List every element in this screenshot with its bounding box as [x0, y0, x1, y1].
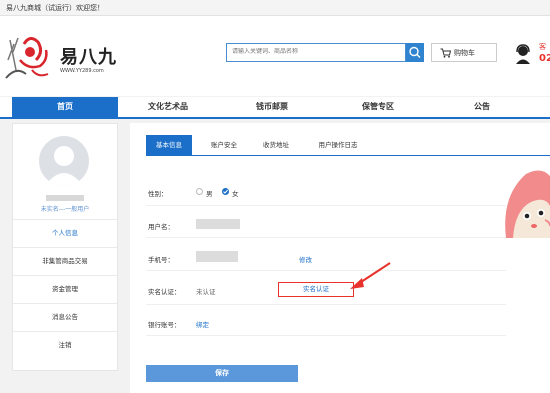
logo-name[interactable]: 易八九 [60, 43, 117, 69]
sidebar-item-trading[interactable]: 非集管商品交易 [13, 247, 117, 275]
gender-female-radio[interactable] [222, 188, 229, 195]
username-value-blurred [196, 219, 240, 229]
gender-female-label[interactable]: 女 [232, 188, 239, 198]
phone-label: 手机号： [148, 256, 174, 264]
avatar[interactable] [39, 136, 89, 186]
phone-modify-link[interactable]: 修改 [299, 254, 312, 264]
nav-item-custody[interactable]: 保管专区 [328, 97, 428, 117]
user-sidebar: 未实名---一般用户 个人信息 非集管商品交易 资金管理 消息公告 注销 [12, 123, 118, 371]
logo-mark-icon[interactable] [4, 30, 62, 86]
username-blurred [46, 195, 84, 201]
tab-shipping-address[interactable]: 收货地址 [254, 135, 298, 155]
customer-service-number: 02 [539, 53, 550, 64]
user-level: 未实名---一般用户 [40, 206, 90, 213]
tab-operation-log[interactable]: 用户操作日志 [306, 135, 370, 155]
tab-account-security[interactable]: 账户安全 [202, 135, 246, 155]
gender-male-radio[interactable] [196, 188, 203, 195]
gender-male-label[interactable]: 男 [206, 188, 213, 198]
cart-icon [440, 48, 451, 58]
phone-value-blurred [196, 251, 238, 262]
top-bar: 易八九商城（试运行）欢迎您！ [0, 0, 550, 16]
customer-service-icon[interactable] [514, 44, 532, 64]
gender-label: 性别： [148, 190, 168, 198]
logo-url: WWW.YY289.com [60, 68, 104, 74]
divider [146, 205, 506, 206]
welcome-text: 易八九商城（试运行）欢迎您！ [6, 4, 104, 12]
search-button[interactable] [406, 43, 424, 62]
sidebar-item-messages[interactable]: 消息公告 [13, 303, 117, 331]
nav-item-announcements[interactable]: 公告 [432, 97, 532, 117]
nav-item-coins-stamps[interactable]: 钱币邮票 [222, 97, 322, 117]
cart-label: 购物车 [454, 49, 475, 57]
realname-label: 实名认证： [148, 288, 181, 296]
cart-button[interactable]: 购物车 [431, 43, 497, 62]
sidebar-item-logout[interactable]: 注销 [13, 331, 117, 359]
search-box[interactable] [226, 43, 406, 62]
sidebar-item-funds[interactable]: 资金管理 [13, 275, 117, 303]
mascot-icon[interactable] [501, 166, 550, 238]
realname-status: 未认证 [196, 288, 216, 296]
customer-service-text: 客 [539, 43, 546, 51]
main-panel: 基本信息 账户安全 收货地址 用户操作日志 性别： 男 女 用户名： 手机号： … [130, 123, 550, 393]
save-button[interactable]: 保存 [146, 365, 298, 382]
tab-basic-info[interactable]: 基本信息 [146, 135, 192, 155]
bank-bind-link[interactable]: 绑定 [196, 319, 209, 329]
nav-item-culture-art[interactable]: 文化艺术品 [118, 97, 218, 117]
nav-item-home[interactable]: 首页 [12, 97, 118, 117]
sidebar-item-personal-info[interactable]: 个人信息 [13, 219, 117, 247]
annotation-arrow-icon [350, 262, 391, 289]
check-icon [223, 189, 228, 194]
divider [146, 304, 506, 305]
main-nav: 首页 文化艺术品 钱币邮票 保管专区 公告 [0, 97, 550, 119]
divider [146, 335, 506, 336]
username-label: 用户名： [148, 223, 174, 231]
header: 易八九 WWW.YY289.com 购物车 客 02 [0, 16, 550, 96]
tabs-underline [146, 155, 550, 156]
divider [146, 237, 506, 238]
divider [146, 270, 506, 271]
search-icon [409, 46, 421, 58]
search-input[interactable] [232, 48, 392, 55]
user-avatar-icon [45, 146, 83, 186]
bank-label: 银行账号： [148, 321, 181, 329]
